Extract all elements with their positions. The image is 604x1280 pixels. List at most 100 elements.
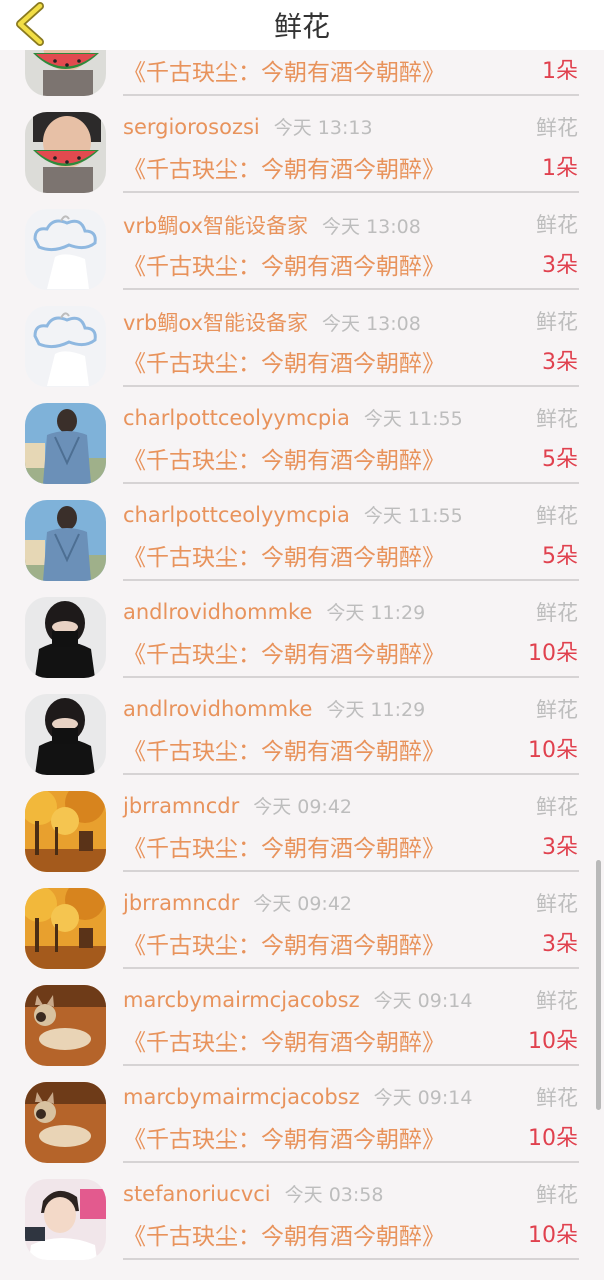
avatar[interactable] (25, 791, 106, 872)
scrollbar[interactable] (596, 860, 601, 1110)
flower-count: 3朵 (542, 350, 578, 375)
list-item[interactable]: andlrovidhommke 今天 11:29 鲜花《千古玦尘：今朝有酒今朝醉》 1… (0, 679, 604, 776)
username-text: charlpottceolyymcpia (123, 503, 350, 527)
avatar[interactable] (25, 209, 106, 290)
divider (123, 94, 579, 96)
list-item[interactable]: vrb鲷ox智能设备家 今天 13:08 鲜花 《千古玦尘：今朝有酒今朝醉》 3朵 (0, 291, 604, 388)
book-title-link[interactable]: 《千古玦尘：今朝有酒今朝醉》 (123, 1217, 445, 1251)
username-text: marcbymairmcjacobsz (123, 988, 360, 1012)
avatar[interactable] (25, 403, 106, 484)
list-item[interactable]: jbrramncdr 今天 09:42 鲜花《千古玦尘：今朝有酒今朝醉》 3朵 (0, 873, 604, 970)
username[interactable]: andlrovidhommke 今天 11:29 (123, 695, 425, 722)
divider (123, 579, 579, 581)
username[interactable]: charlpottceolyymcpia 今天 11:55 (123, 404, 463, 431)
gift-type-label: 鲜花 (536, 213, 578, 237)
flower-count: 10朵 (528, 1029, 578, 1054)
avatar[interactable] (25, 985, 106, 1066)
book-title-link[interactable]: 《千古玦尘：今朝有酒今朝醉》 (123, 926, 445, 960)
list-item[interactable]: vrb鲷ox智能设备家 今天 13:08 鲜花《千古玦尘：今朝有酒今朝醉》 3朵 (0, 194, 604, 291)
list-item[interactable]: stefanoriucvci 今天 03:58 鲜花 《千古玦尘：今朝有酒今朝醉》 10… (0, 1164, 604, 1261)
username[interactable]: vrb鲷ox智能设备家 今天 13:08 (123, 307, 421, 337)
book-title-link[interactable]: 《千古玦尘：今朝有酒今朝醉》 (123, 1120, 445, 1154)
divider (123, 870, 579, 872)
flower-count: 10朵 (528, 738, 578, 763)
divider (123, 967, 579, 969)
username-text: jbrramncdr (123, 794, 240, 818)
list-item[interactable]: andlrovidhommke 今天 11:29 鲜花 《千古玦尘：今朝有酒今朝醉》 1… (0, 582, 604, 679)
username[interactable]: marcbymairmcjacobsz 今天 09:14 (123, 986, 472, 1013)
divider (123, 1161, 579, 1163)
flower-count: 5朵 (542, 544, 578, 569)
list-item[interactable]: marcbymairmcjacobsz 今天 09:14 鲜花 《千古玦尘：今朝有酒今… (0, 970, 604, 1067)
book-title-link[interactable]: 《千古玦尘：今朝有酒今朝醉》 (123, 538, 445, 572)
page-title: 鲜花 (273, 10, 330, 43)
gift-type-label: 鲜花 (536, 795, 578, 819)
list-item[interactable]: sergiorosozsi 今天 13:13 鲜花《千古玦尘：今朝有酒今朝醉》 1朵 (0, 97, 604, 194)
timestamp: 今天 13:08 (322, 216, 421, 238)
username[interactable]: jbrramncdr 今天 09:42 (123, 792, 352, 819)
book-title-link[interactable]: 《千古玦尘：今朝有酒今朝醉》 (123, 53, 445, 87)
book-title-link[interactable]: 《千古玦尘：今朝有酒今朝醉》 (123, 344, 445, 378)
username[interactable]: sergiorosozsi 今天 13:13 (123, 113, 373, 140)
avatar[interactable] (25, 112, 106, 193)
timestamp: 今天 09:14 (373, 1087, 473, 1109)
book-title-link[interactable]: 《千古玦尘：今朝有酒今朝醉》 (123, 441, 445, 475)
username[interactable]: jbrramncdr 今天 09:42 (123, 889, 352, 916)
flower-count: 1朵 (542, 59, 578, 84)
username-text: andlrovidhommke (123, 697, 313, 721)
divider (123, 676, 579, 678)
avatar[interactable] (25, 1082, 106, 1163)
flower-count: 5朵 (542, 447, 578, 472)
flower-count: 10朵 (528, 641, 578, 666)
timestamp: 今天 13:08 (322, 313, 421, 335)
username-text: stefanoriucvci (123, 1182, 271, 1206)
username-text: vrb鲷ox智能设备家 (123, 214, 309, 238)
gift-type-label: 鲜花 (536, 407, 578, 431)
divider (123, 385, 579, 387)
gift-type-label: 鲜花 (536, 698, 578, 722)
timestamp: 今天 11:29 (326, 602, 426, 624)
timestamp: 今天 11:55 (363, 408, 463, 430)
book-title-link[interactable]: 《千古玦尘：今朝有酒今朝醉》 (123, 732, 445, 766)
avatar[interactable] (25, 888, 106, 969)
top-bar: 鲜花 (0, 0, 604, 50)
timestamp: 今天 11:29 (326, 699, 426, 721)
avatar[interactable] (25, 500, 106, 581)
username[interactable]: vrb鲷ox智能设备家 今天 13:08 (123, 210, 421, 240)
book-title-link[interactable]: 《千古玦尘：今朝有酒今朝醉》 (123, 635, 445, 669)
username[interactable]: charlpottceolyymcpia 今天 11:55 (123, 501, 463, 528)
flower-count: 3朵 (542, 253, 578, 278)
list-item[interactable]: jbrramncdr 今天 09:42 鲜花《千古玦尘：今朝有酒今朝醉》 3朵 (0, 776, 604, 873)
username-text: charlpottceolyymcpia (123, 406, 350, 430)
list-item[interactable]: marcbymairmcjacobsz 今天 09:14 鲜花《千古玦尘：今朝有酒今… (0, 1067, 604, 1164)
gift-type-label: 鲜花 (536, 504, 578, 528)
timestamp: 今天 13:13 (273, 117, 373, 139)
username[interactable]: andlrovidhommke 今天 11:29 (123, 598, 425, 625)
timestamp: 今天 09:42 (253, 796, 353, 818)
book-title-link[interactable]: 《千古玦尘：今朝有酒今朝醉》 (123, 829, 445, 863)
username[interactable]: marcbymairmcjacobsz 今天 09:14 (123, 1083, 472, 1110)
book-title-link[interactable]: 《千古玦尘：今朝有酒今朝醉》 (123, 150, 445, 184)
timestamp: 今天 11:55 (363, 505, 463, 527)
divider (123, 773, 579, 775)
username-text: jbrramncdr (123, 891, 240, 915)
flower-count: 3朵 (542, 932, 578, 957)
gift-type-label: 鲜花 (536, 892, 578, 916)
gift-type-label: 鲜花 (536, 1086, 578, 1110)
book-title-link[interactable]: 《千古玦尘：今朝有酒今朝醉》 (123, 247, 445, 281)
divider (123, 288, 579, 290)
username[interactable]: stefanoriucvci 今天 03:58 (123, 1180, 383, 1207)
gift-type-label: 鲜花 (536, 116, 578, 140)
timestamp: 今天 09:42 (253, 893, 353, 915)
flower-count: 3朵 (542, 835, 578, 860)
list-item[interactable]: charlpottceolyymcpia 今天 11:55 鲜花《千古玦尘：今朝有酒… (0, 485, 604, 582)
username-text: sergiorosozsi (123, 115, 260, 139)
username-text: marcbymairmcjacobsz (123, 1085, 360, 1109)
avatar[interactable] (25, 306, 106, 387)
book-title-link[interactable]: 《千古玦尘：今朝有酒今朝醉》 (123, 1023, 445, 1057)
avatar[interactable] (25, 597, 106, 678)
list-item[interactable]: charlpottceolyymcpia 今天 11:55 鲜花《千古玦尘：今朝有酒… (0, 388, 604, 485)
divider (123, 1064, 579, 1066)
avatar[interactable] (25, 1179, 106, 1260)
avatar[interactable] (25, 694, 106, 775)
